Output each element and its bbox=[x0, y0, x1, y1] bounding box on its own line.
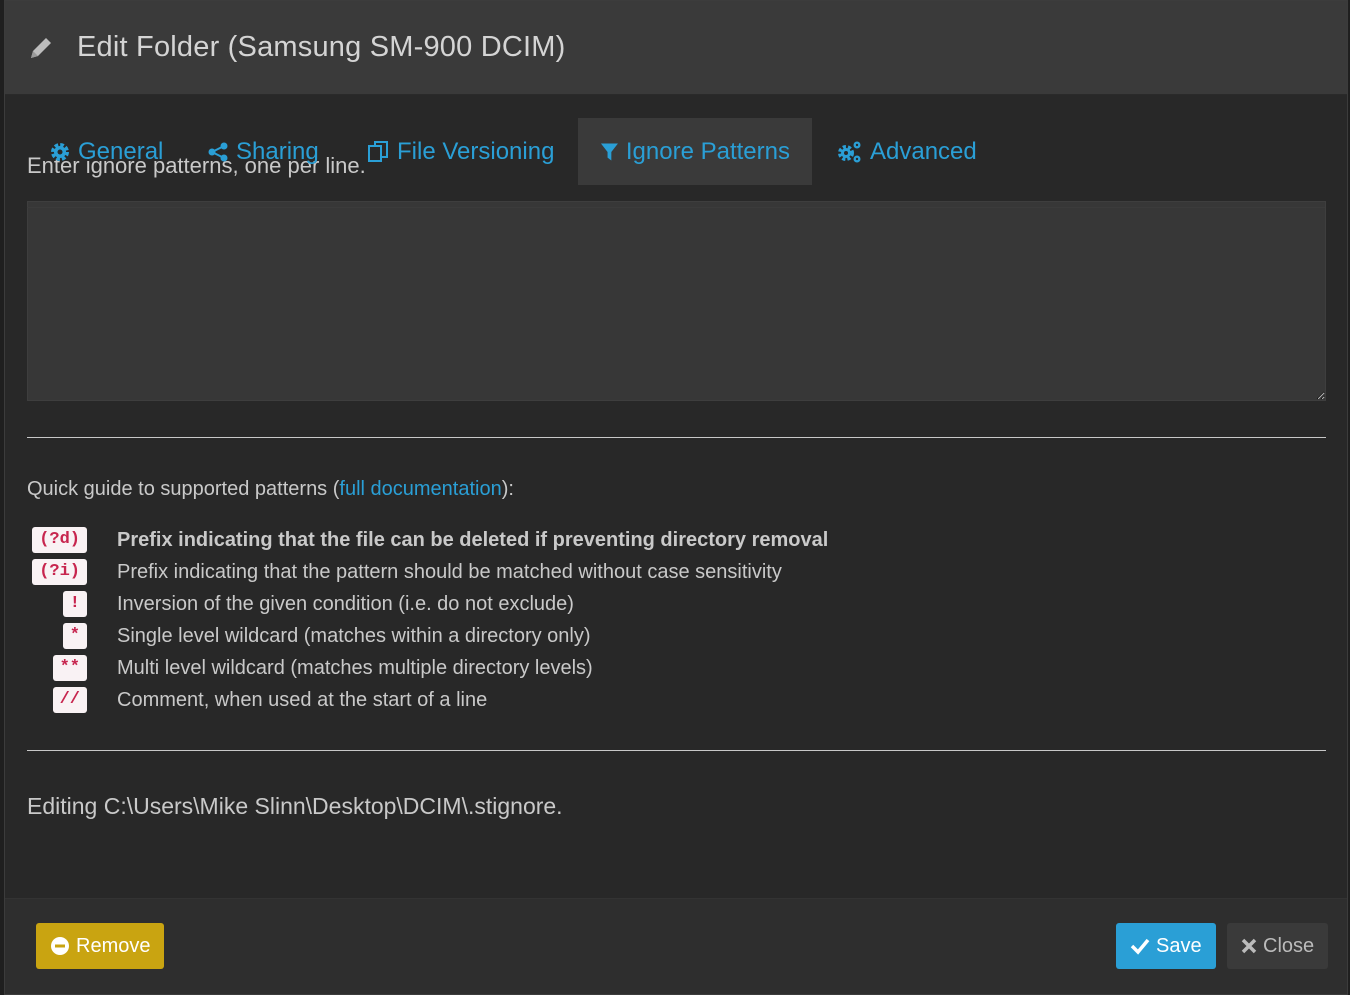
tab-label: Ignore Patterns bbox=[625, 137, 790, 165]
minus-circle-icon bbox=[51, 937, 69, 955]
guide-row: (?i) Prefix indicating that the pattern … bbox=[27, 556, 1325, 588]
guide-row: (?d) Prefix indicating that the file can… bbox=[27, 524, 1325, 556]
copy-icon bbox=[368, 140, 388, 162]
tab-label: Advanced bbox=[870, 137, 977, 165]
pattern-description: Single level wildcard (matches within a … bbox=[117, 624, 591, 647]
pattern-description: Prefix indicating that the pattern shoul… bbox=[117, 560, 782, 583]
tab-label: Sharing bbox=[236, 137, 319, 165]
pattern-code: (?d) bbox=[32, 527, 87, 553]
pattern-code: // bbox=[52, 687, 87, 713]
guide-title: Quick guide to supported patterns (full … bbox=[27, 478, 1325, 501]
close-button-label: Close bbox=[1263, 934, 1315, 957]
pattern-code: (?i) bbox=[32, 559, 87, 585]
pattern-guide-list: (?d) Prefix indicating that the file can… bbox=[27, 524, 1325, 716]
tab-bar: General Sharing File Versioning Ignore P… bbox=[27, 118, 1325, 208]
ignore-patterns-textarea[interactable] bbox=[27, 201, 1326, 401]
tab-ignore-patterns[interactable]: Ignore Patterns bbox=[578, 118, 812, 185]
cogs-icon bbox=[838, 141, 861, 162]
close-button[interactable]: Close bbox=[1227, 923, 1329, 969]
dialog-body: General Sharing File Versioning Ignore P… bbox=[5, 118, 1347, 820]
full-documentation-link[interactable]: full documentation bbox=[339, 478, 501, 500]
tab-sharing[interactable]: Sharing bbox=[185, 118, 341, 185]
divider bbox=[27, 750, 1326, 751]
pattern-description: Multi level wildcard (matches multiple d… bbox=[117, 656, 593, 679]
gear-icon bbox=[51, 142, 69, 161]
dialog-header: Edit Folder (Samsung SM-900 DCIM) bbox=[5, 1, 1347, 95]
guide-suffix: ): bbox=[501, 478, 514, 500]
guide-prefix: Quick guide to supported patterns ( bbox=[27, 478, 340, 500]
save-button-label: Save bbox=[1156, 934, 1202, 957]
guide-row: // Comment, when used at the start of a … bbox=[27, 684, 1325, 716]
tab-label: File Versioning bbox=[397, 137, 555, 165]
dialog-title: Edit Folder (Samsung SM-900 DCIM) bbox=[77, 31, 566, 63]
guide-row: ** Multi level wildcard (matches multipl… bbox=[27, 652, 1325, 684]
tab-general[interactable]: General bbox=[27, 118, 185, 185]
edit-folder-dialog: Edit Folder (Samsung SM-900 DCIM) Genera… bbox=[4, 0, 1348, 995]
editing-file-path: Editing C:\Users\Mike Slinn\Desktop\DCIM… bbox=[27, 793, 563, 819]
guide-row: ! Inversion of the given condition (i.e.… bbox=[27, 588, 1325, 620]
tab-advanced[interactable]: Advanced bbox=[815, 118, 999, 185]
pencil-icon bbox=[31, 37, 51, 58]
pattern-description: Inversion of the given condition (i.e. d… bbox=[117, 592, 574, 615]
share-icon bbox=[208, 142, 228, 161]
close-icon bbox=[1241, 938, 1257, 954]
save-button[interactable]: Save bbox=[1116, 923, 1216, 969]
pattern-description: Comment, when used at the start of a lin… bbox=[117, 688, 488, 711]
pattern-code: ** bbox=[52, 655, 87, 681]
divider bbox=[27, 437, 1326, 438]
pattern-code: ! bbox=[62, 591, 87, 617]
dialog-footer: Remove Save Close bbox=[5, 898, 1347, 994]
pattern-description: Prefix indicating that the file can be d… bbox=[117, 528, 829, 551]
check-icon bbox=[1130, 938, 1150, 955]
filter-icon bbox=[600, 142, 618, 161]
tab-file-versioning[interactable]: File Versioning bbox=[344, 118, 576, 185]
tab-label: General bbox=[78, 137, 164, 165]
remove-button-label: Remove bbox=[76, 934, 151, 957]
guide-row: * Single level wildcard (matches within … bbox=[27, 620, 1325, 652]
remove-button[interactable]: Remove bbox=[36, 923, 165, 969]
pattern-code: * bbox=[62, 623, 87, 649]
